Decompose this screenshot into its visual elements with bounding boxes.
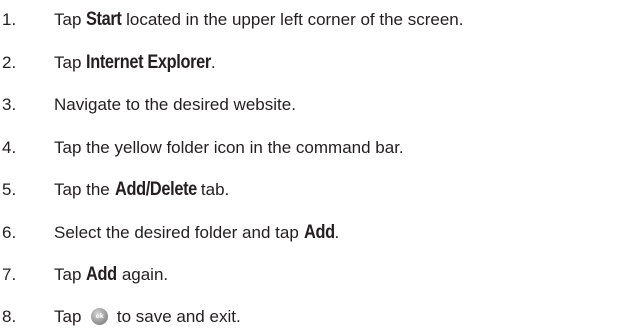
step-text: Tap the yellow folder icon in the comman… <box>54 138 404 158</box>
step-text: Tap Internet Explorer. <box>54 53 216 73</box>
step-number: 2. <box>2 53 17 72</box>
ok-button-icon-label: ok <box>95 313 104 321</box>
step-text: Tap the Add/Delete tab. <box>54 180 229 200</box>
step-8: 8. Tap ok to save and exit. <box>0 302 241 332</box>
step-1: 1. Tap Start located in the upper left c… <box>0 5 463 35</box>
step-text-part: Tap the <box>54 180 115 199</box>
step-text-part: to save and exit. <box>112 307 241 326</box>
step-text-part: Tap <box>54 10 87 29</box>
step-text-part: located in the upper left corner of the … <box>121 10 464 29</box>
step-text-part: Tap <box>54 265 87 284</box>
ok-button-icon: ok <box>91 308 109 326</box>
step-number: 8. <box>2 307 17 326</box>
step-keyword: Add <box>303 222 335 243</box>
step-text: Tap Start located in the upper left corn… <box>54 10 463 30</box>
step-text-part: Tap <box>54 53 87 72</box>
step-text: Navigate to the desired website. <box>54 95 296 115</box>
step-text-part: tab. <box>196 180 230 199</box>
step-text-part: . <box>334 223 340 242</box>
step-text-part: Tap the yellow folder icon in the comman… <box>54 138 404 157</box>
step-number: 1. <box>2 10 17 29</box>
step-3: 3. Navigate to the desired website. <box>0 90 296 120</box>
step-text-part: Select the desired folder and tap <box>54 223 304 242</box>
step-number: 5. <box>2 180 17 199</box>
step-4: 4. Tap the yellow folder icon in the com… <box>0 133 404 163</box>
step-text: Tap Add again. <box>54 265 168 285</box>
step-text-part: Navigate to the desired website. <box>54 95 296 114</box>
step-keyword: Add/Delete <box>114 179 197 200</box>
step-keyword: Add <box>86 264 117 285</box>
step-keyword: Internet Explorer <box>86 52 212 73</box>
step-number: 4. <box>2 138 17 157</box>
step-text-part: . <box>210 53 216 72</box>
step-2: 2. Tap Internet Explorer. <box>0 48 216 78</box>
step-5: 5. Tap the Add/Delete tab. <box>0 175 229 205</box>
step-number: 3. <box>2 95 17 114</box>
step-7: 7. Tap Add again. <box>0 260 168 290</box>
step-text: Tap ok to save and exit. <box>54 307 241 327</box>
step-text: Select the desired folder and tap Add. <box>54 223 339 243</box>
step-text-part: Tap <box>54 307 87 326</box>
step-keyword: Start <box>86 9 122 30</box>
step-text-part: again. <box>117 265 169 284</box>
step-number: 6. <box>2 223 17 242</box>
step-number: 7. <box>2 265 17 284</box>
step-6: 6. Select the desired folder and tap Add… <box>0 218 339 248</box>
